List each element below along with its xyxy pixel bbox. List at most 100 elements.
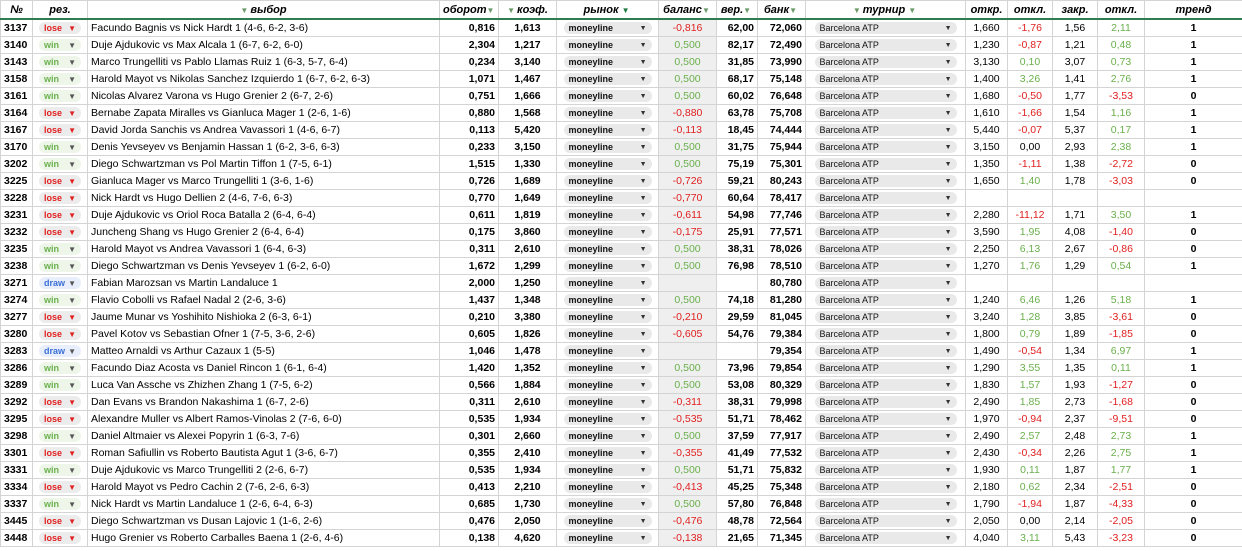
result-dropdown[interactable]: lose ▼ (39, 22, 81, 34)
table-row[interactable]: 3445 lose ▼ Diego Schwartzman vs Dusan Lajo… (0, 512, 1242, 530)
cell-balance[interactable]: 0,500 (658, 240, 717, 258)
cell-bank[interactable]: 78,462 (757, 410, 806, 428)
cell-pick[interactable]: Nick Hardt vs Hugo Dellien 2 (4-6, 7-6, … (87, 189, 440, 207)
col-balance-header[interactable]: баланс▼ (658, 0, 717, 20)
col-id-header[interactable]: № (0, 0, 33, 20)
cell-trend[interactable]: 0 (1144, 495, 1242, 513)
cell-balance[interactable]: -0,816 (658, 18, 717, 37)
cell-bank[interactable]: 79,354 (757, 342, 806, 360)
cell-close[interactable]: 1,29 (1052, 257, 1098, 275)
cell-result[interactable]: win ▼ (32, 359, 88, 377)
cell-result[interactable]: win ▼ (32, 376, 88, 394)
cell-tournament[interactable]: Barcelona ATP ▼ (805, 444, 966, 462)
cell-coef[interactable]: 1,348 (498, 291, 557, 309)
cell-tournament[interactable]: Barcelona ATP ▼ (805, 274, 966, 292)
market-dropdown[interactable]: moneyline ▼ (563, 328, 652, 340)
cell-close[interactable]: 2,26 (1052, 444, 1098, 462)
cell-trend[interactable]: 1 (1144, 104, 1242, 122)
cell-result[interactable]: win ▼ (32, 53, 88, 71)
cell-prob[interactable]: 75,19 (716, 155, 758, 173)
cell-prob[interactable]: 53,08 (716, 376, 758, 394)
cell-prob[interactable]: 18,45 (716, 121, 758, 139)
cell-trend[interactable]: 0 (1144, 172, 1242, 190)
cell-turnover[interactable]: 0,476 (439, 512, 499, 530)
cell-pick[interactable]: Marco Trungelliti vs Pablo Llamas Ruiz 1… (87, 53, 440, 71)
cell-result[interactable]: win ▼ (32, 427, 88, 445)
tournament-dropdown[interactable]: Barcelona ATP ▼ (814, 464, 957, 476)
result-dropdown[interactable]: win ▼ (39, 260, 81, 272)
cell-result[interactable]: lose ▼ (32, 223, 88, 241)
cell-prob[interactable] (716, 274, 758, 292)
cell-coef[interactable]: 1,568 (498, 104, 557, 122)
cell-coef[interactable]: 1,352 (498, 359, 557, 377)
cell-bank[interactable]: 79,998 (757, 393, 806, 411)
cell-balance[interactable]: -0,413 (658, 478, 717, 496)
cell-prob[interactable]: 54,98 (716, 206, 758, 224)
table-row[interactable]: 3158 win ▼ Harold Mayot vs Nikolas Sanchez … (0, 70, 1242, 88)
result-dropdown[interactable]: lose ▼ (39, 107, 81, 119)
cell-tournament[interactable]: Barcelona ATP ▼ (805, 325, 966, 343)
cell-open[interactable] (965, 274, 1008, 292)
tournament-dropdown[interactable]: Barcelona ATP ▼ (814, 362, 957, 374)
cell-prob[interactable]: 63,78 (716, 104, 758, 122)
cell-turnover[interactable]: 0,234 (439, 53, 499, 71)
tournament-dropdown[interactable]: Barcelona ATP ▼ (814, 481, 957, 493)
cell-close[interactable]: 1,87 (1052, 495, 1098, 513)
filter-icon[interactable]: ▼ (507, 6, 515, 15)
cell-coef[interactable]: 4,620 (498, 529, 557, 547)
cell-dev2[interactable]: 6,97 (1097, 342, 1145, 360)
cell-turnover[interactable]: 1,437 (439, 291, 499, 309)
col-close-header[interactable]: закр. (1052, 0, 1098, 20)
cell-id[interactable]: 3298 (0, 427, 33, 445)
cell-dev1[interactable]: 0,00 (1007, 512, 1053, 530)
table-row[interactable]: 3331 win ▼ Duje Ajdukovic vs Marco Trungell… (0, 461, 1242, 479)
tournament-dropdown[interactable]: Barcelona ATP ▼ (814, 73, 957, 85)
table-row[interactable]: 3161 win ▼ Nicolas Alvarez Varona vs Hugo G… (0, 87, 1242, 105)
cell-open[interactable]: 1,290 (965, 359, 1008, 377)
cell-close[interactable]: 1,78 (1052, 172, 1098, 190)
cell-tournament[interactable]: Barcelona ATP ▼ (805, 53, 966, 71)
cell-balance[interactable]: -0,476 (658, 512, 717, 530)
cell-open[interactable]: 1,660 (965, 18, 1008, 37)
cell-open[interactable]: 4,040 (965, 529, 1008, 547)
table-row[interactable]: 3143 win ▼ Marco Trungelliti vs Pablo Llama… (0, 53, 1242, 71)
cell-id[interactable]: 3271 (0, 274, 33, 292)
cell-market[interactable]: moneyline ▼ (556, 257, 659, 275)
cell-close[interactable]: 3,85 (1052, 308, 1098, 326)
cell-market[interactable]: moneyline ▼ (556, 291, 659, 309)
tournament-dropdown[interactable]: Barcelona ATP ▼ (814, 22, 957, 34)
cell-tournament[interactable]: Barcelona ATP ▼ (805, 240, 966, 258)
cell-id[interactable]: 3231 (0, 206, 33, 224)
market-dropdown[interactable]: moneyline ▼ (563, 430, 652, 442)
cell-coef[interactable]: 2,410 (498, 444, 557, 462)
cell-close[interactable]: 3,07 (1052, 53, 1098, 71)
cell-market[interactable]: moneyline ▼ (556, 444, 659, 462)
cell-result[interactable]: lose ▼ (32, 308, 88, 326)
cell-prob[interactable]: 41,49 (716, 444, 758, 462)
table-row[interactable]: 3283 draw ▼ Matteo Arnaldi vs Arthur Cazaux… (0, 342, 1242, 360)
cell-result[interactable]: win ▼ (32, 461, 88, 479)
cell-coef[interactable]: 3,380 (498, 308, 557, 326)
cell-open[interactable]: 2,280 (965, 206, 1008, 224)
cell-open[interactable]: 3,590 (965, 223, 1008, 241)
cell-coef[interactable]: 1,826 (498, 325, 557, 343)
cell-coef[interactable]: 1,934 (498, 461, 557, 479)
cell-trend[interactable]: 1 (1144, 359, 1242, 377)
cell-close[interactable]: 2,37 (1052, 410, 1098, 428)
cell-result[interactable]: lose ▼ (32, 189, 88, 207)
cell-close[interactable]: 1,34 (1052, 342, 1098, 360)
cell-market[interactable]: moneyline ▼ (556, 410, 659, 428)
result-dropdown[interactable]: lose ▼ (39, 124, 81, 136)
cell-dev1[interactable]: -1,66 (1007, 104, 1053, 122)
cell-turnover[interactable]: 2,000 (439, 274, 499, 292)
cell-result[interactable]: lose ▼ (32, 325, 88, 343)
result-dropdown[interactable]: lose ▼ (39, 175, 81, 187)
cell-turnover[interactable]: 0,880 (439, 104, 499, 122)
cell-market[interactable]: moneyline ▼ (556, 121, 659, 139)
cell-open[interactable]: 3,130 (965, 53, 1008, 71)
cell-id[interactable]: 3167 (0, 121, 33, 139)
table-row[interactable]: 3170 win ▼ Denis Yevseyev vs Benjamin Hassa… (0, 138, 1242, 156)
result-dropdown[interactable]: lose ▼ (39, 481, 81, 493)
cell-prob[interactable]: 62,00 (716, 18, 758, 37)
cell-dev1[interactable]: -11,12 (1007, 206, 1053, 224)
